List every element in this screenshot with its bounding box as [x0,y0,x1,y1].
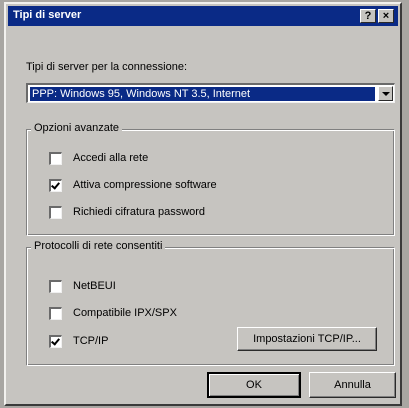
software-compression-label: Attiva compressione software [73,179,217,191]
protocols-label: Protocolli di rete consentiti [31,240,166,252]
server-type-select[interactable]: PPP: Windows 95, Windows NT 3.5, Interne… [26,83,395,103]
advanced-options-label: Opzioni avanzate [31,122,122,134]
login-network-label: Accedi alla rete [73,152,149,164]
title-bar[interactable]: Tipi di server ? × [8,6,398,26]
require-encryption-label: Richiedi cifratura password [73,206,206,218]
require-encryption-checkbox[interactable] [49,206,62,219]
tcp-ip-checkbox[interactable] [49,335,62,348]
ipx-spx-label: Compatibile IPX/SPX [73,307,177,319]
cancel-button[interactable]: Annulla [309,372,396,398]
dialog-title: Tipi di server [13,9,82,21]
login-network-checkbox[interactable] [49,152,62,165]
help-icon[interactable]: ? [360,9,376,23]
server-type-selected-value: PPP: Windows 95, Windows NT 3.5, Interne… [30,87,375,101]
netbeui-checkbox[interactable] [49,280,62,293]
ipx-spx-checkbox[interactable] [49,307,62,320]
tcp-ip-settings-button[interactable]: Impostazioni TCP/IP... [237,327,377,351]
close-icon[interactable]: × [378,9,394,23]
server-type-label: Tipi di server per la connessione: [26,61,188,73]
tcp-ip-label: TCP/IP [73,335,109,347]
dropdown-arrow-icon[interactable] [378,86,393,101]
ok-button[interactable]: OK [207,372,301,398]
netbeui-label: NetBEUI [73,280,116,292]
server-types-dialog: Tipi di server ? × Tipi di server per la… [4,2,402,406]
software-compression-checkbox[interactable] [49,179,62,192]
